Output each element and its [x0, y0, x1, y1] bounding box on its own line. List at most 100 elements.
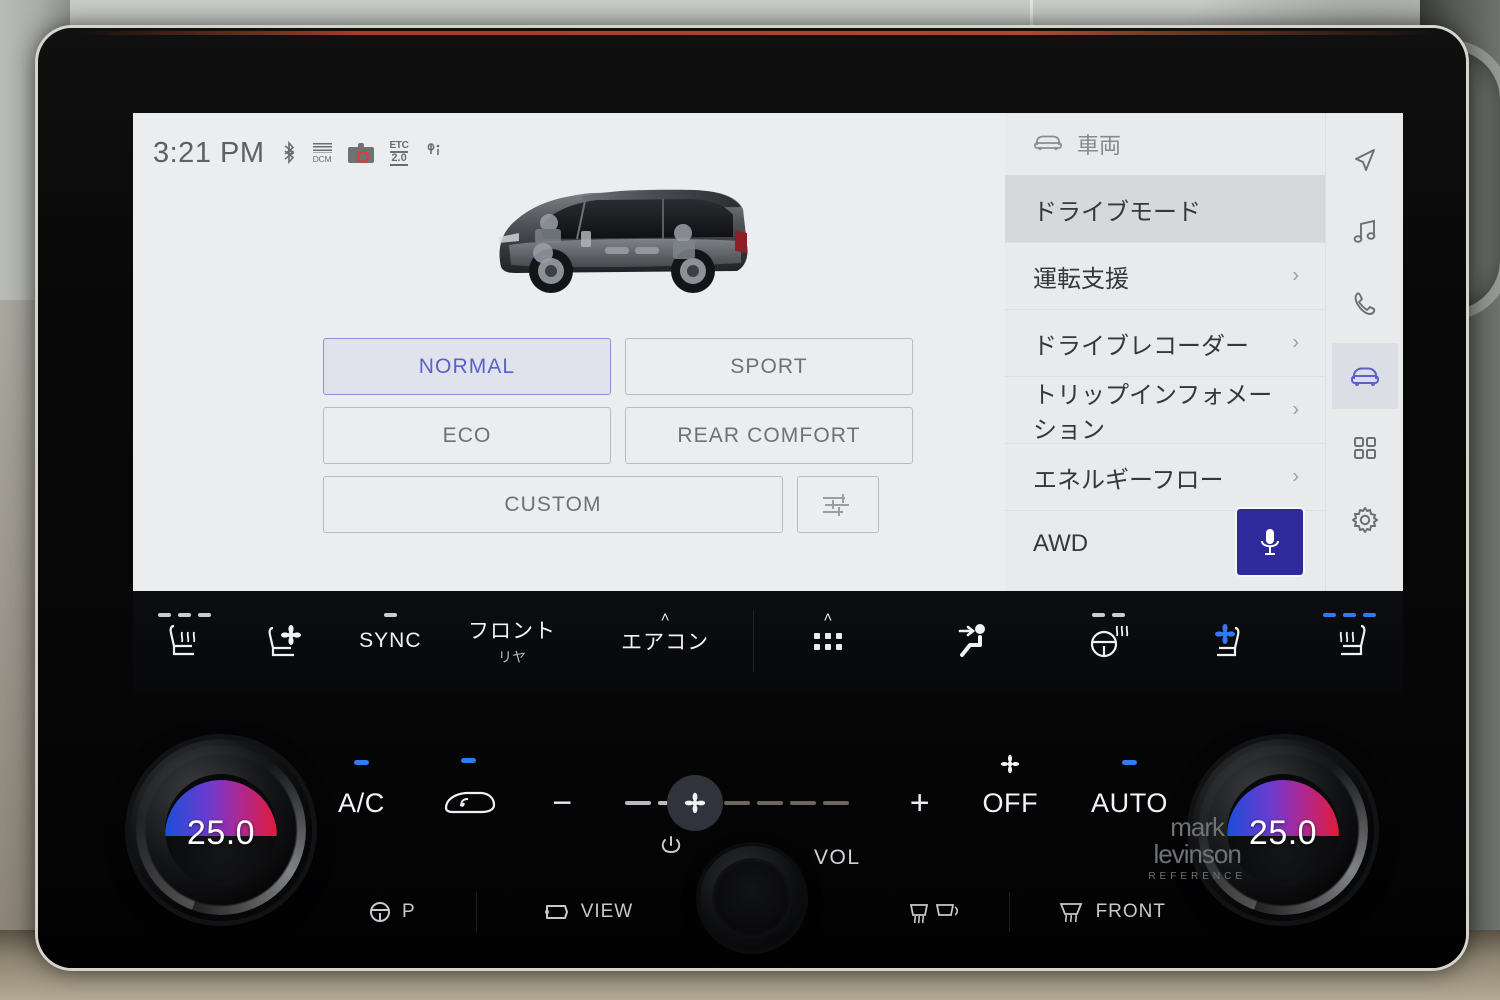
fan-speed-handle[interactable]	[667, 775, 724, 831]
airflow-to-occupant-icon	[959, 624, 986, 657]
drive-mode-row-3: CUSTOM	[323, 476, 913, 533]
park-button[interactable]: P	[368, 900, 416, 924]
menu-item-energy-flow[interactable]: エネルギーフロー ›	[1005, 443, 1325, 510]
heated-seat-icon	[169, 624, 195, 656]
fan-decrease-button[interactable]: −	[552, 784, 572, 823]
apps-icon[interactable]	[1332, 415, 1398, 481]
drive-mode-rear-comfort-button[interactable]: REAR COMFORT	[625, 407, 913, 464]
more-menu-button[interactable]: ˄	[754, 591, 903, 691]
chevron-right-icon: ›	[1292, 398, 1299, 421]
drive-mode-row-1: NORMAL SPORT	[323, 338, 913, 395]
fan-increase-button[interactable]: +	[910, 784, 930, 823]
drive-mode-row-2: ECO REAR COMFORT	[323, 407, 913, 464]
fan-icon	[684, 792, 706, 814]
heated-seat-icon	[1339, 624, 1366, 656]
passenger-seat-ventilation-button[interactable]	[1174, 591, 1297, 691]
button-divider	[1008, 892, 1010, 932]
audio-brand-logo: mark levinson REFERENCE	[1148, 811, 1246, 882]
drive-mode-eco-button[interactable]: ECO	[323, 407, 611, 464]
power-icon[interactable]	[660, 834, 682, 864]
menu-item-label: トリップインフォメーション	[1033, 382, 1273, 444]
rear-defogger-button[interactable]	[907, 899, 963, 925]
drive-mode-buttons: NORMAL SPORT ECO REAR COMFORT CUSTOM	[323, 338, 913, 545]
chevron-up-icon: ˄	[823, 609, 833, 626]
vehicle-render	[485, 171, 775, 313]
chevron-right-icon: ›	[1292, 465, 1299, 488]
sliders-icon	[823, 493, 853, 516]
seat-heater-level-indicator	[158, 613, 212, 617]
menu-item-label: AWD	[1033, 530, 1089, 557]
navigation-icon[interactable]	[1332, 127, 1398, 193]
vehicle-menu-list: 車両 ドライブモード 運転支援 › ドライブレコーダー › トリップインフォメー…	[1005, 113, 1325, 591]
steering-wheel-icon	[370, 902, 390, 922]
menu-item-trip-information[interactable]: トリップインフォメーション ›	[1005, 376, 1325, 444]
front-defroster-button[interactable]: FRONT	[1056, 899, 1166, 925]
recirculation-button[interactable]	[438, 758, 500, 820]
fan-speed-slider[interactable]	[625, 775, 857, 831]
drive-mode-settings-button[interactable]	[797, 476, 879, 533]
passenger-temperature-value: 25.0	[1248, 813, 1318, 852]
camera-icon	[544, 905, 568, 919]
front-rear-toggle-button[interactable]: フロント リヤ	[446, 591, 577, 691]
status-bar: 3:21 PM DCM ETC 2.0	[153, 133, 443, 173]
driver-seat-ventilation-button[interactable]	[236, 591, 334, 691]
dashcam-icon	[347, 143, 374, 163]
driver-temperature-value: 25.0	[186, 813, 256, 852]
view-button[interactable]: VIEW	[541, 901, 634, 923]
menu-item-driving-assist[interactable]: 運転支援 ›	[1005, 242, 1325, 309]
settings-icon[interactable]	[1332, 487, 1398, 553]
etc20-icon: ETC 2.0	[389, 139, 409, 166]
recirculation-indicator	[461, 758, 477, 763]
bluetooth-icon	[281, 140, 297, 166]
head-unit: 3:21 PM DCM ETC 2.0 NORMAL SPORT ECO REA…	[38, 28, 1466, 968]
aircon-button[interactable]: ˄ エアコン	[578, 591, 753, 691]
climate-touch-strip: SYNC フロント リヤ ˄ エアコン ˄	[133, 591, 1403, 691]
airflow-mode-button[interactable]	[902, 591, 1042, 691]
view-label: VIEW	[580, 901, 634, 922]
menu-header-title: 車両	[1077, 133, 1122, 158]
seat-heater-level-indicator	[1323, 613, 1377, 617]
phone-icon[interactable]	[1332, 271, 1398, 337]
menu-item-drive-mode[interactable]: ドライブモード	[1005, 175, 1325, 242]
vehicle-menu-panel: 車両 ドライブモード 運転支援 › ドライブレコーダー › トリップインフォメー…	[1005, 113, 1403, 591]
air-recirculation-icon	[444, 791, 495, 814]
voice-assistant-button[interactable]	[1237, 509, 1303, 575]
drive-mode-sport-button[interactable]: SPORT	[625, 338, 913, 395]
knob-face: 25.0	[165, 774, 277, 886]
climate-button-row: A/C − + OFF AUTO	[338, 743, 1168, 863]
infotainment-screenshot: 3:21 PM DCM ETC 2.0 NORMAL SPORT ECO REA…	[0, 0, 1500, 1000]
drive-mode-custom-button[interactable]: CUSTOM	[323, 476, 783, 533]
chevron-up-icon: ˄	[660, 609, 670, 626]
car-icon	[1033, 131, 1063, 157]
media-icon[interactable]	[1332, 199, 1398, 265]
sync-indicator	[383, 613, 397, 617]
function-rail	[1325, 113, 1403, 591]
rear-defog-icon	[909, 904, 958, 924]
passenger-seat-heater-button[interactable]	[1296, 591, 1403, 691]
steering-wheel-heater-button[interactable]	[1042, 591, 1173, 691]
menu-header: 車両	[1005, 113, 1325, 175]
drive-mode-normal-button[interactable]: NORMAL	[323, 338, 611, 395]
sync-button[interactable]: SYNC	[334, 591, 446, 691]
grid-dots-icon	[813, 632, 842, 650]
physical-control-panel: 25.0 25.0 A/C − + OFF AUTO mark levinson…	[38, 691, 1466, 968]
auto-indicator	[1121, 759, 1137, 765]
steering-heater-level-indicator	[1091, 613, 1125, 617]
menu-item-label: 運転支援	[1033, 265, 1129, 293]
volume-knob[interactable]	[700, 846, 804, 950]
vehicle-icon[interactable]	[1331, 343, 1398, 409]
drive-mode-panel: 3:21 PM DCM ETC 2.0 NORMAL SPORT ECO REA…	[133, 113, 1005, 591]
driver-seat-heater-button[interactable]	[133, 591, 236, 691]
front-defrost-label: FRONT	[1095, 901, 1166, 922]
volume-label: VOL	[814, 846, 861, 869]
microphone-icon	[1261, 529, 1279, 555]
heated-steering-wheel-icon	[1090, 625, 1129, 658]
menu-item-label: エネルギーフロー	[1033, 466, 1224, 494]
fan-off-button[interactable]: OFF	[982, 754, 1038, 819]
menu-item-label: ドライブモード	[1033, 198, 1201, 226]
menu-item-drive-recorder[interactable]: ドライブレコーダー ›	[1005, 309, 1325, 376]
ac-button[interactable]: A/C	[338, 759, 385, 819]
fan-speed-segments	[625, 801, 850, 805]
dcm-icon: DCM	[312, 142, 332, 164]
status-clock: 3:21 PM	[153, 136, 265, 169]
